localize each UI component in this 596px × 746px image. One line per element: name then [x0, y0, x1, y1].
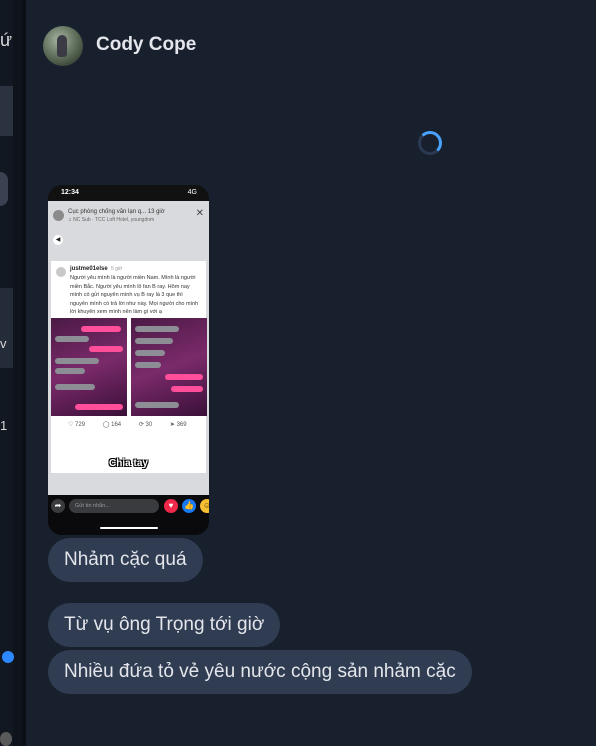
story-subtitle: ♫ NC Sub · TCC Loft Hotel, youngdom — [68, 217, 155, 223]
post-image-right — [131, 318, 207, 416]
close-icon: ✕ — [195, 208, 204, 219]
edge-avatar[interactable] — [0, 172, 8, 206]
unread-dot-icon — [2, 651, 14, 663]
share-icon: ➦ — [51, 499, 65, 513]
heart-reaction-icon: ♥ — [164, 499, 178, 513]
status-signal: 4G — [187, 189, 197, 196]
post-time: 5 giờ — [111, 266, 123, 272]
status-time: 12:34 — [61, 189, 79, 196]
contact-name[interactable]: Cody Cope — [96, 34, 196, 56]
haha-reaction-icon: ☺ — [200, 499, 209, 513]
story-reply-input: Gửi tin nhắn... — [69, 499, 159, 513]
panel-divider — [22, 0, 26, 746]
post-text: Người yêu mình là người miền Nam. Mình l… — [70, 275, 199, 315]
story-title: Cục phòng chống văn lạn q... 13 giờ — [68, 209, 165, 215]
story-reply-bar: ➦ Gửi tin nhắn... ♥ 👍 ☺ — [48, 495, 209, 535]
edge-glyph-top: ứ — [0, 30, 13, 50]
comment-count: ◯ 164 — [102, 422, 122, 428]
phone-status-bar: 12:34 4G — [48, 185, 209, 201]
message-bubble[interactable]: Nhiều đứa tỏ vẻ yêu nước cộng sản nhảm c… — [48, 650, 472, 694]
mute-icon: ◀ — [53, 235, 63, 245]
edge-glyph-1: 1 — [0, 418, 8, 433]
post-username: justme01else — [70, 266, 108, 272]
story-header: Cục phòng chống văn lạn q... 13 giờ ♫ NC… — [48, 207, 209, 233]
home-indicator — [100, 527, 158, 529]
edge-chat-item[interactable] — [0, 288, 13, 368]
story-caption: Chia tay — [109, 458, 148, 469]
loading-spinner-icon — [418, 131, 442, 155]
post-images-row — [51, 318, 208, 416]
post-reactions: ♡ 729 ◯ 164 ⟳ 30 ➤ 369 — [68, 421, 203, 428]
story-avatar — [53, 210, 64, 221]
post-image-left — [51, 318, 127, 416]
message-bubble[interactable]: Nhảm cặc quá — [48, 538, 203, 582]
edge-glyph-v: v — [0, 336, 7, 351]
like-count: ♡ 729 — [68, 422, 86, 428]
message-bubble[interactable]: Từ vụ ông Trọng tới giờ — [48, 603, 281, 647]
avatar-figure — [57, 35, 67, 57]
edge-item-selected[interactable] — [0, 86, 13, 136]
share-count: ➤ 369 — [169, 422, 187, 428]
edge-avatar-bottom[interactable] — [0, 732, 12, 746]
like-reaction-icon: 👍 — [182, 499, 196, 513]
contact-avatar[interactable] — [43, 26, 83, 66]
post-avatar — [56, 267, 66, 277]
shared-media-screenshot[interactable]: 12:34 4G Cục phòng chống văn lạn q... 13… — [48, 185, 209, 535]
repost-count: ⟳ 30 — [138, 422, 153, 428]
